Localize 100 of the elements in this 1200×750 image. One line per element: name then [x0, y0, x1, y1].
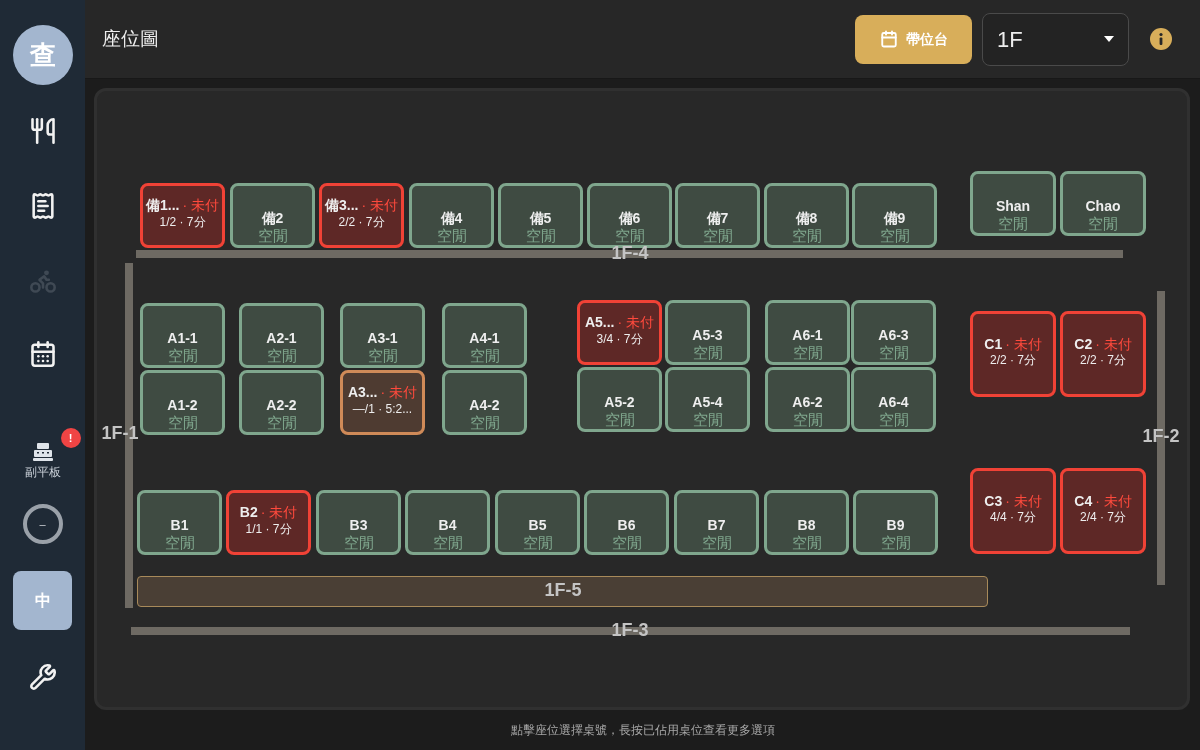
table-tile[interactable]: A1-2 空閒	[140, 370, 225, 435]
table-name: 備3...	[325, 197, 359, 215]
table-tile[interactable]: B7 空閒	[674, 490, 759, 555]
table-status: 空閒	[702, 227, 733, 245]
table-status: 空閒	[164, 534, 195, 552]
table-tile[interactable]: A5-4 空閒	[665, 367, 750, 432]
alert-badge: !	[60, 428, 81, 448]
table-status: 空閒	[692, 411, 723, 429]
table-tile[interactable]: 備8 空閒	[764, 183, 849, 248]
table-status: 空閒	[469, 347, 500, 365]
table-tile[interactable]: 備7 空閒	[675, 183, 760, 248]
table-name: 備2	[261, 209, 284, 227]
table-tile[interactable]: 備3... · 未付 2/2 · 7分	[319, 183, 404, 248]
table-tile[interactable]: B2 · 未付 1/1 · 7分	[226, 490, 311, 555]
table-status: 空閒	[880, 534, 911, 552]
table-tile[interactable]: A6-4 空閒	[851, 367, 936, 432]
table-tile[interactable]: B4 空閒	[405, 490, 490, 555]
table-tile[interactable]: B8 空閒	[764, 490, 849, 555]
unpaid-tag: · 未付	[1095, 492, 1132, 511]
table-status: 空閒	[266, 414, 297, 432]
unpaid-tag: · 未付	[182, 197, 219, 215]
table-tile[interactable]: B9 空閒	[853, 490, 938, 555]
table-tile[interactable]: Shan 空閒	[970, 171, 1056, 236]
table-name: A6-1	[792, 326, 823, 344]
table-tile[interactable]: 備9 空閒	[852, 183, 937, 248]
table-name: 備8	[795, 209, 818, 227]
table-status: 空閒	[692, 344, 723, 362]
calendar-icon[interactable]	[28, 340, 57, 368]
table-status: 空閒	[1088, 215, 1118, 233]
status-ring[interactable]: –	[22, 504, 63, 544]
table-tile[interactable]: B5 空閒	[495, 490, 580, 555]
table-status: 空閒	[525, 227, 556, 245]
table-name: 備1...	[146, 197, 180, 215]
table-tile[interactable]: A1-1 空閒	[140, 303, 225, 368]
table-tile[interactable]: A5-2 空閒	[577, 367, 662, 432]
area-label: 1F-2	[1142, 424, 1180, 448]
table-tile[interactable]: C3 · 未付 4/4 · 7分	[970, 468, 1056, 554]
table-tile[interactable]: A6-3 空閒	[851, 300, 936, 365]
table-status: 空閒	[792, 344, 823, 362]
table-tile[interactable]: A3-1 空閒	[340, 303, 425, 368]
table-status: 空閒	[436, 227, 467, 245]
table-tile[interactable]: C4 · 未付 2/4 · 7分	[1060, 468, 1146, 554]
cash-register-icon	[31, 442, 54, 462]
table-tile[interactable]: A5-3 空閒	[665, 300, 750, 365]
floor-select[interactable]: 1F	[982, 12, 1129, 66]
unpaid-tag: · 未付	[617, 314, 655, 332]
table-tile[interactable]: Chao 空閒	[1060, 171, 1146, 236]
table-name: C1	[984, 335, 1003, 354]
table-name: B9	[886, 516, 905, 534]
table-tile[interactable]: A3... · 未付 —/1 · 5:2...	[340, 370, 425, 435]
unpaid-tag: · 未付	[380, 384, 418, 402]
table-tile[interactable]: A5... · 未付 3/4 · 7分	[577, 300, 662, 365]
table-name: A1-1	[167, 329, 198, 347]
table-status: 空閒	[611, 534, 642, 552]
table-name: B2	[239, 504, 258, 522]
table-status: 空閒	[167, 347, 198, 365]
table-tile[interactable]: A6-2 空閒	[765, 367, 850, 432]
table-name: A6-3	[878, 326, 909, 344]
table-tile[interactable]: A2-1 空閒	[239, 303, 324, 368]
table-detail: 1/1 · 7分	[245, 521, 292, 537]
table-tile[interactable]: 備5 空閒	[498, 183, 583, 248]
table-status: 空閒	[343, 534, 374, 552]
table-tile[interactable]: C2 · 未付 2/2 · 7分	[1060, 311, 1146, 397]
table-tile[interactable]: A4-1 空閒	[442, 303, 527, 368]
table-name: B6	[617, 516, 636, 534]
table-name: 備5	[529, 209, 552, 227]
table-status: 空閒	[522, 534, 553, 552]
calendar-icon	[879, 30, 898, 48]
area-label: 1F-1	[101, 421, 139, 445]
dropdown-caret-icon	[1104, 36, 1114, 42]
table-tile[interactable]: A2-2 空閒	[239, 370, 324, 435]
table-tile[interactable]: B6 空閒	[584, 490, 669, 555]
table-tile[interactable]: B1 空閒	[137, 490, 222, 555]
table-tile[interactable]: 備1... · 未付 1/2 · 7分	[140, 183, 225, 248]
table-status: 空閒	[791, 534, 822, 552]
info-icon[interactable]	[1150, 28, 1172, 50]
table-name: A6-4	[878, 393, 909, 411]
table-name: C2	[1074, 335, 1093, 354]
table-status: 空閒	[614, 227, 645, 245]
table-tile[interactable]: C1 · 未付 2/2 · 7分	[970, 311, 1056, 397]
wrench-icon[interactable]	[28, 663, 57, 691]
table-name: A1-2	[167, 396, 198, 414]
table-tile[interactable]: 備2 空閒	[230, 183, 315, 248]
unpaid-tag: · 未付	[1095, 335, 1132, 354]
table-tile[interactable]: B3 空閒	[316, 490, 401, 555]
table-status: 空閒	[469, 414, 500, 432]
table-name: Shan	[995, 197, 1031, 215]
table-status: 空閒	[604, 411, 635, 429]
table-name: Chao	[1085, 197, 1121, 215]
table-name: A5...	[584, 314, 615, 332]
table-tile[interactable]: A4-2 空閒	[442, 370, 527, 435]
table-name: A3...	[347, 384, 378, 402]
table-status: 空閒	[257, 227, 288, 245]
table-tile[interactable]: A6-1 空閒	[765, 300, 850, 365]
hint-text: 點擊座位選擇桌號，長按已佔用桌位查看更多選項	[510, 722, 775, 739]
table-name: 備6	[618, 209, 641, 227]
table-status: 空閒	[367, 347, 398, 365]
fork-knife-icon[interactable]	[28, 117, 57, 145]
table-tile[interactable]: 備4 空閒	[409, 183, 494, 248]
table-name: A3-1	[367, 329, 398, 347]
